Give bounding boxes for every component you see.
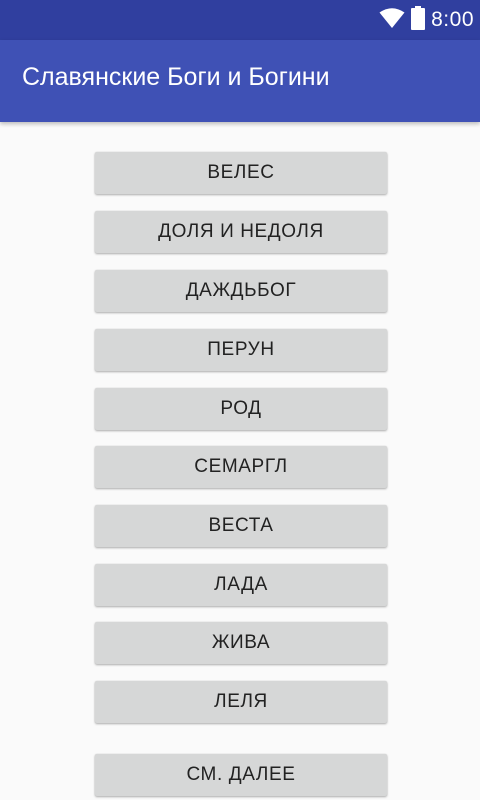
app-screen: 8:00 Славянские Боги и Богини ВЕЛЕС ДОЛЯ…	[0, 0, 480, 800]
wifi-icon	[379, 7, 405, 34]
button-lelya[interactable]: ЛЕЛЯ	[95, 681, 387, 723]
status-time: 8:00	[431, 8, 474, 31]
button-perun[interactable]: ПЕРУН	[95, 329, 387, 371]
status-bar: 8:00	[0, 0, 480, 40]
button-vesta[interactable]: ВЕСТА	[95, 505, 387, 547]
battery-icon	[411, 5, 426, 35]
button-rod[interactable]: РОД	[95, 388, 387, 430]
button-veles[interactable]: ВЕЛЕС	[95, 152, 387, 194]
button-dazhdbog[interactable]: ДАЖДЬБОГ	[95, 270, 387, 312]
app-bar: Славянские Боги и Богини	[0, 40, 480, 122]
button-lada[interactable]: ЛАДА	[95, 564, 387, 606]
app-title: Славянские Боги и Богини	[22, 63, 330, 91]
see-more-button[interactable]: СМ. ДАЛЕЕ	[95, 754, 387, 796]
deity-button-list: ВЕЛЕС ДОЛЯ И НЕДОЛЯ ДАЖДЬБОГ ПЕРУН РОД С…	[0, 122, 480, 800]
button-zhiva[interactable]: ЖИВА	[95, 622, 387, 664]
status-icons: 8:00	[379, 0, 474, 40]
button-semargl[interactable]: СЕМАРГЛ	[95, 446, 387, 488]
button-dolya-nedolya[interactable]: ДОЛЯ И НЕДОЛЯ	[95, 211, 387, 253]
